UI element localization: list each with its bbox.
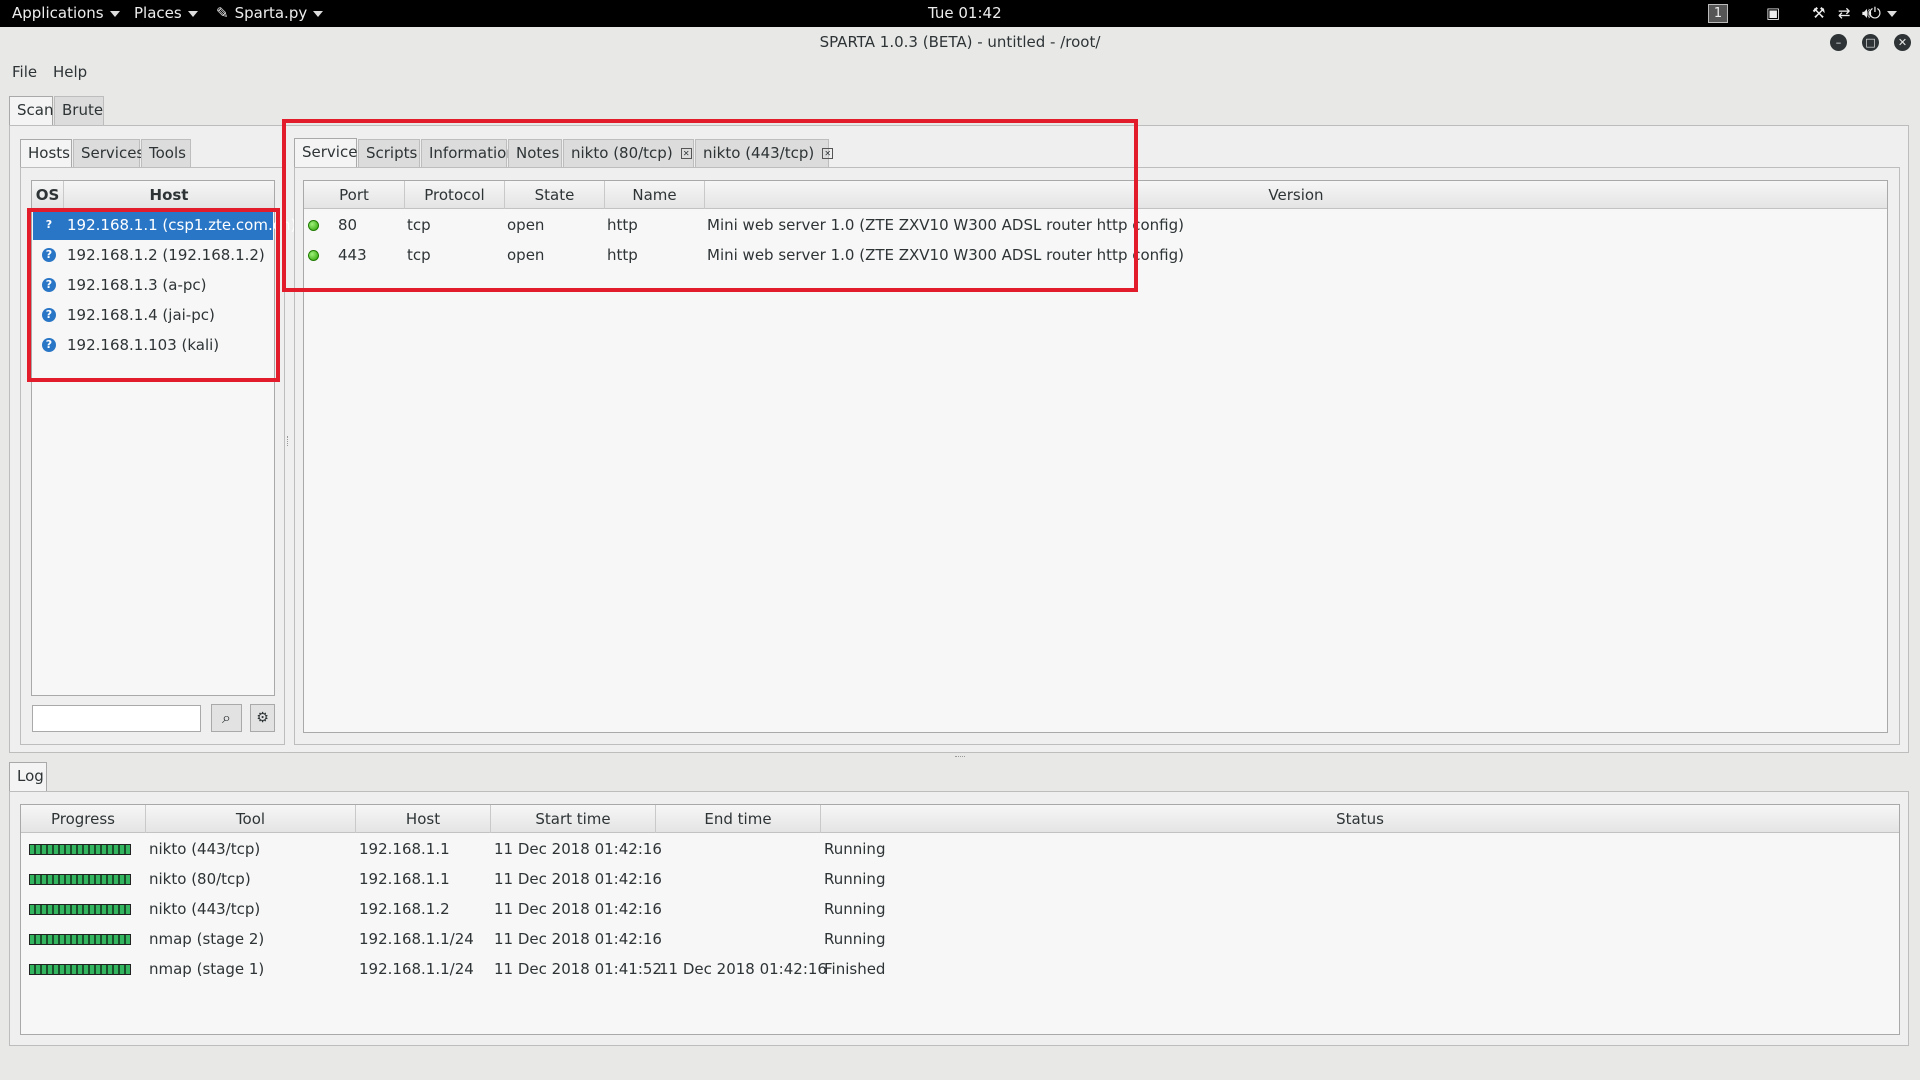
status-bar (0, 1056, 1920, 1080)
window-title: SPARTA 1.0.3 (BETA) - untitled - /root/ (819, 33, 1101, 51)
column-header-host[interactable]: Host (356, 805, 491, 833)
table-row[interactable]: nikto (80/tcp) 192.168.1.1 11 Dec 2018 0… (21, 864, 1899, 894)
host-cell: 192.168.1.1/24 (359, 960, 474, 978)
chevron-down-icon (109, 10, 120, 17)
settings-icon[interactable]: ⚙ (250, 704, 275, 732)
tab-services[interactable]: Services (73, 139, 144, 168)
splitter-handle[interactable] (955, 756, 965, 759)
tool-cell: nmap (stage 1) (149, 960, 265, 978)
host-cell: 192.168.1.1 (359, 870, 450, 888)
table-row[interactable]: nmap (stage 2) 192.168.1.1/24 11 Dec 201… (21, 924, 1899, 954)
workspace-indicator[interactable]: 1 (1708, 4, 1728, 23)
menubar: File Help (0, 57, 1920, 87)
start-time-cell: 11 Dec 2018 01:42:16 (494, 930, 662, 948)
places-label: Places (134, 4, 182, 22)
column-header-progress[interactable]: Progress (21, 805, 146, 833)
screen-icon[interactable]: ▣ (1766, 0, 1780, 27)
progress-bar (29, 874, 131, 885)
status-cell: Finished (824, 960, 886, 978)
table-row[interactable]: nmap (stage 1) 192.168.1.1/24 11 Dec 201… (21, 954, 1899, 984)
start-time-cell: 11 Dec 2018 01:41:52 (494, 960, 662, 978)
status-cell: Running (824, 840, 886, 858)
power-icon[interactable]: ⏻ (1869, 0, 1897, 27)
clock[interactable]: Tue 01:42 (928, 0, 1002, 27)
log-table: Progress Tool Host Start time End time S… (20, 804, 1900, 1035)
host-cell: 192.168.1.1 (359, 840, 450, 858)
progress-bar (29, 934, 131, 945)
host-cell: 192.168.1.2 (359, 900, 450, 918)
status-cell: Running (824, 900, 886, 918)
tool-cell: nmap (stage 2) (149, 930, 265, 948)
start-time-cell: 11 Dec 2018 01:42:16 (494, 840, 662, 858)
end-time-cell: 11 Dec 2018 01:42:16 (659, 960, 827, 978)
tool-cell: nikto (80/tcp) (149, 870, 251, 888)
tab-brute[interactable]: Brute (54, 96, 104, 125)
tab-scan[interactable]: Scan (9, 96, 53, 125)
hosts-table-header: OS Host (32, 181, 274, 209)
status-cell: Running (824, 870, 886, 888)
column-header-os[interactable]: OS (32, 181, 64, 209)
progress-bar (29, 904, 131, 915)
app-menu[interactable]: ✎ Sparta.py (216, 0, 324, 27)
log-table-header: Progress Tool Host Start time End time S… (21, 805, 1899, 833)
start-time-cell: 11 Dec 2018 01:42:16 (494, 870, 662, 888)
status-cell: Running (824, 930, 886, 948)
chevron-down-icon (187, 10, 198, 17)
highlight-box-services (282, 119, 1138, 292)
tool-icon[interactable]: ⚒ (1812, 0, 1825, 27)
highlight-box-hosts (27, 208, 280, 382)
table-row[interactable]: nikto (443/tcp) 192.168.1.2 11 Dec 2018 … (21, 894, 1899, 924)
host-filter-input[interactable] (32, 705, 201, 732)
column-header-status[interactable]: Status (821, 805, 1899, 833)
tab-log[interactable]: Log (9, 762, 47, 791)
places-menu[interactable]: Places (134, 0, 198, 27)
chevron-down-icon (1886, 10, 1897, 17)
applications-label: Applications (12, 4, 104, 22)
host-cell: 192.168.1.1/24 (359, 930, 474, 948)
menu-file[interactable]: File (12, 63, 37, 81)
feather-icon: ✎ (216, 4, 229, 22)
column-header-start-time[interactable]: Start time (491, 805, 656, 833)
window-titlebar: SPARTA 1.0.3 (BETA) - untitled - /root/ (0, 27, 1920, 57)
app-menu-label: Sparta.py (234, 4, 308, 22)
maximize-icon[interactable]: □ (1862, 34, 1879, 51)
column-header-end-time[interactable]: End time (656, 805, 821, 833)
chevron-down-icon (313, 10, 324, 17)
menu-help[interactable]: Help (53, 63, 87, 81)
progress-bar (29, 844, 131, 855)
column-header-tool[interactable]: Tool (146, 805, 356, 833)
tool-cell: nikto (443/tcp) (149, 840, 261, 858)
progress-bar (29, 964, 131, 975)
network-icon[interactable]: ⇄ (1838, 0, 1851, 27)
start-time-cell: 11 Dec 2018 01:42:16 (494, 900, 662, 918)
search-icon[interactable]: ⌕ (211, 704, 242, 732)
splitter-handle[interactable] (287, 436, 290, 446)
table-row[interactable]: nikto (443/tcp) 192.168.1.1 11 Dec 2018 … (21, 834, 1899, 864)
column-header-host[interactable]: Host (64, 181, 274, 209)
applications-menu[interactable]: Applications (12, 0, 120, 27)
tab-hosts[interactable]: Hosts (20, 139, 72, 168)
tool-cell: nikto (443/tcp) (149, 900, 261, 918)
minimize-icon[interactable]: – (1830, 34, 1847, 51)
close-icon[interactable]: ✕ (1894, 34, 1911, 51)
top-bar: Applications Places ✎ Sparta.py Tue 01:42… (0, 0, 1920, 27)
tab-tools[interactable]: Tools (141, 139, 191, 168)
